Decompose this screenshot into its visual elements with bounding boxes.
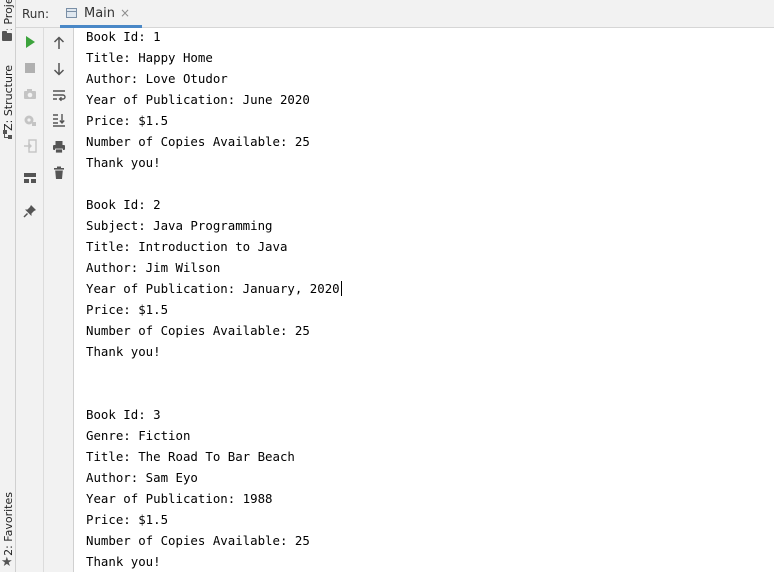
layout-button[interactable] <box>16 167 43 189</box>
console-line: Book Id: 2 <box>86 197 161 212</box>
arrow-down-icon <box>53 63 64 76</box>
settings-icon <box>24 115 36 126</box>
text-caret <box>341 281 342 296</box>
console-line: Thank you! <box>86 344 161 359</box>
clear-all-button[interactable] <box>44 162 73 184</box>
trash-icon <box>53 166 64 179</box>
console-line: Number of Copies Available: 25 <box>86 533 310 548</box>
scroll-to-end-button[interactable] <box>44 109 73 131</box>
camera-icon <box>23 89 36 99</box>
favorites-tab-label: 2: Favorites <box>1 492 15 556</box>
console-line: Title: Introduction to Java <box>86 239 288 254</box>
exit-icon <box>23 139 37 153</box>
tab-title: Main <box>84 6 116 21</box>
structure-tab-label: Z: Structure <box>1 65 15 131</box>
run-toolbar-primary <box>16 28 44 572</box>
structure-tool-tab[interactable]: Z: Structure <box>0 64 16 132</box>
soft-wrap-icon <box>52 90 66 102</box>
close-icon[interactable]: × <box>120 6 130 20</box>
console-line: Price: $1.5 <box>86 512 169 527</box>
favorites-tool-tab[interactable]: 2: Favorites <box>0 492 16 556</box>
stop-icon <box>24 63 35 73</box>
print-icon <box>52 141 65 154</box>
console-line: Author: Jim Wilson <box>86 260 221 275</box>
project-tab-label: 1: Project <box>1 0 15 30</box>
tool-window-strip: 1: Project Z: Structure 2: Favorites ★ <box>0 0 16 572</box>
stop-button[interactable] <box>16 57 43 79</box>
console-line: Price: $1.5 <box>86 113 169 128</box>
console-line: Genre: Fiction <box>86 428 191 443</box>
soft-wrap-button[interactable] <box>44 84 73 106</box>
folder-icon <box>2 31 12 41</box>
console-line: Price: $1.5 <box>86 302 169 317</box>
run-window-header: Run: Main × <box>16 0 774 28</box>
run-label: Run: <box>22 7 50 21</box>
next-occurrence-button[interactable] <box>44 58 73 80</box>
pin-tab-button[interactable] <box>16 200 43 222</box>
pin-icon <box>22 205 36 218</box>
previous-occurrence-button[interactable] <box>44 32 73 54</box>
console-line: Title: Happy Home <box>86 50 213 65</box>
project-tool-tab[interactable]: 1: Project <box>0 0 16 30</box>
run-toolbar-secondary <box>44 28 74 572</box>
console-line: Subject: Java Programming <box>86 218 273 233</box>
arrow-up-icon <box>53 36 64 49</box>
rerun-icon <box>25 36 35 48</box>
console-line: Number of Copies Available: 25 <box>86 134 310 149</box>
console-line: Thank you! <box>86 554 161 569</box>
structure-icon <box>3 130 12 139</box>
console-line: Year of Publication: 1988 <box>86 491 273 506</box>
console-line: Book Id: 3 <box>86 407 161 422</box>
console-line: Number of Copies Available: 25 <box>86 323 310 338</box>
console-line: Year of Publication: June 2020 <box>86 92 310 107</box>
console-line: Thank you! <box>86 155 161 170</box>
run-config-icon <box>66 8 77 18</box>
tab-main[interactable]: Main × <box>60 0 142 28</box>
star-icon: ★ <box>1 555 13 570</box>
console-line: Title: The Road To Bar Beach <box>86 449 295 464</box>
dump-threads-button[interactable] <box>16 83 43 105</box>
layout-icon <box>23 173 36 183</box>
settings-button[interactable] <box>16 109 43 131</box>
console-line: Author: Love Otudor <box>86 71 228 86</box>
scroll-to-end-icon <box>52 114 65 127</box>
rerun-button[interactable] <box>16 31 43 53</box>
exit-button[interactable] <box>16 135 43 157</box>
console-output[interactable]: Book Id: 1 Title: Happy Home Author: Love … <box>74 28 774 572</box>
print-button[interactable] <box>44 136 73 158</box>
console-line: Book Id: 1 <box>86 29 161 44</box>
console-line: Author: Sam Eyo <box>86 470 198 485</box>
console-line: Year of Publication: January, 2020 <box>86 281 340 296</box>
